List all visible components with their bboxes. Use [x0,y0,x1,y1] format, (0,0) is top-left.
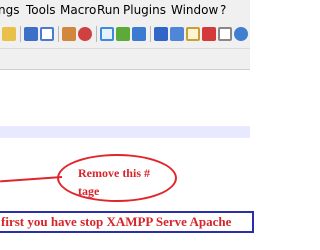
zoom-in-icon[interactable] [132,27,146,41]
undo-icon[interactable] [62,27,76,41]
copy-icon[interactable] [40,27,54,41]
toolbar-separator [150,26,151,42]
print-icon[interactable] [2,27,16,41]
toolbar-separator [58,26,59,42]
menu-settings[interactable]: ngs [0,2,19,18]
cut-icon[interactable] [24,27,38,41]
toolbar-separator [20,26,21,42]
notice-text: first you have stop XAMPP Serve Apache [1,214,232,229]
redo-icon[interactable] [78,27,92,41]
wrap-icon[interactable] [154,27,168,41]
indent-guide-icon[interactable] [170,27,184,41]
find-icon[interactable] [100,27,114,41]
tab-strip [0,49,250,70]
menu-help[interactable]: ? [220,2,226,18]
menu-window[interactable]: Window [171,2,218,18]
toolbar-separator [96,26,97,42]
record-icon[interactable] [202,27,216,41]
menu-tools[interactable]: Tools [26,2,56,18]
toolbar [0,20,250,49]
menu-macro[interactable]: Macro [60,2,96,18]
notice-box: first you have stop XAMPP Serve Apache [0,211,254,233]
menu-bar: ngs Tools Macro Run Plugins Window ? [0,0,250,20]
play-icon[interactable] [234,27,248,41]
doc-map-icon[interactable] [186,27,200,41]
replace-icon[interactable] [116,27,130,41]
current-line-highlight [0,126,250,138]
stop-icon[interactable] [218,27,232,41]
menu-run[interactable]: Run [97,2,120,18]
annotation-callout: Remove this # tage [78,166,150,198]
menu-plugins[interactable]: Plugins [123,2,166,18]
